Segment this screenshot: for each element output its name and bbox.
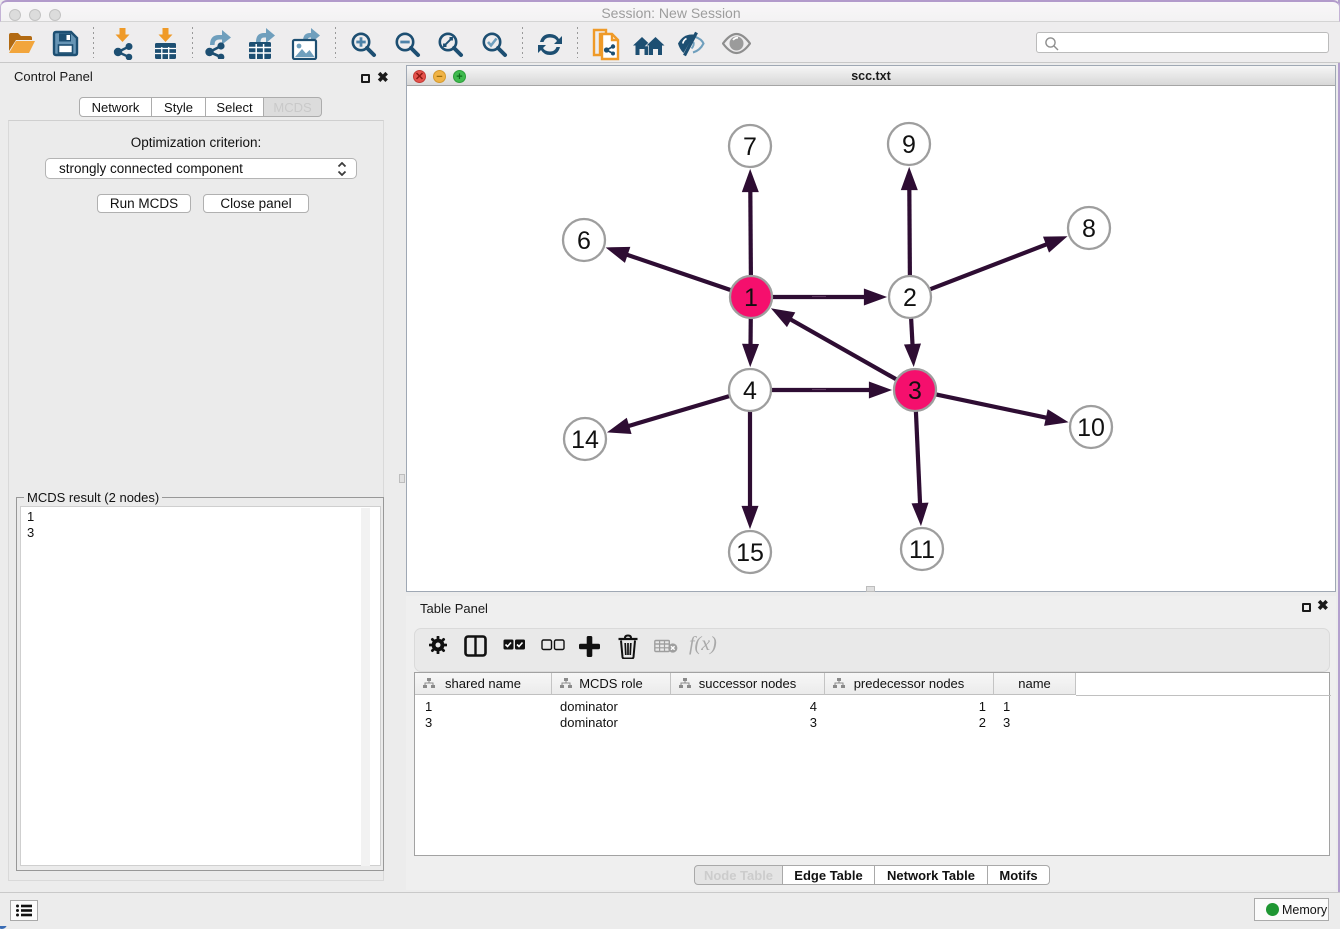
svg-text:11: 11	[909, 536, 935, 564]
svg-text:9: 9	[902, 131, 916, 159]
svg-text:8: 8	[1082, 215, 1096, 243]
svg-text:14: 14	[571, 426, 599, 454]
svg-text:7: 7	[743, 133, 757, 161]
svg-text:2: 2	[903, 284, 917, 312]
svg-text:4: 4	[743, 377, 757, 405]
svg-text:1: 1	[744, 284, 758, 312]
svg-text:3: 3	[908, 377, 922, 405]
svg-text:6: 6	[577, 227, 591, 255]
svg-text:10: 10	[1077, 414, 1105, 442]
svg-text:15: 15	[736, 539, 764, 567]
